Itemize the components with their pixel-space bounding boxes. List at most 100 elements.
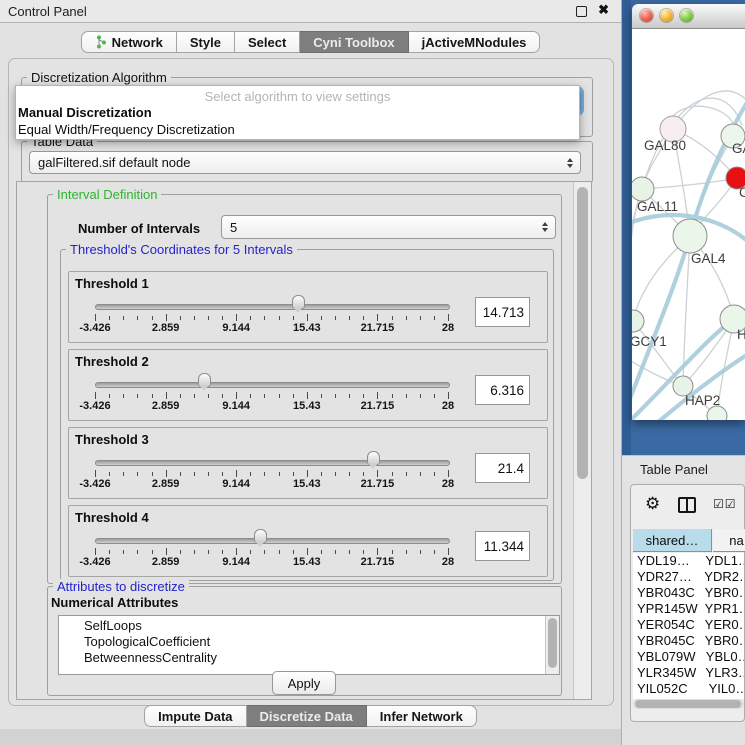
attribute-item-topologicalcoefficient[interactable]: TopologicalCoefficient (59, 634, 559, 650)
mac-close-button[interactable] (640, 9, 653, 22)
tab-impute-data[interactable]: Impute Data (144, 705, 246, 727)
tick-mark (95, 548, 96, 555)
tab-network[interactable]: Network (81, 31, 177, 53)
network-node[interactable] (707, 406, 727, 420)
tick-label: 28 (442, 478, 454, 490)
slider-handle[interactable] (254, 529, 267, 543)
tab-jactivemnodules[interactable]: jActiveMNodules (409, 31, 541, 53)
tick-mark (166, 470, 167, 477)
tick-mark (392, 394, 393, 398)
tick-mark (377, 314, 378, 321)
threshold-value-field[interactable]: 21.4 (475, 453, 530, 483)
tick-mark (152, 394, 153, 398)
table-row[interactable]: YER054CYER0… (633, 617, 744, 633)
tick-mark (264, 316, 265, 320)
tick-mark (236, 470, 237, 477)
table-data-select[interactable]: galFiltered.sif default node (29, 151, 581, 174)
table-row[interactable]: YBR045CYBR0… (633, 633, 744, 649)
main-scrollbar-thumb[interactable] (577, 187, 588, 479)
split-view-icon[interactable] (678, 497, 696, 513)
table-row[interactable]: YBR043CYBR0… (633, 585, 744, 601)
tick-mark (166, 392, 167, 399)
tick-label: 21.715 (361, 400, 395, 412)
table-hscrollbar[interactable] (633, 699, 744, 709)
tick-mark (420, 394, 421, 398)
tab-style[interactable]: Style (177, 31, 235, 53)
attribute-item-selfloops[interactable]: SelfLoops (59, 618, 559, 634)
column-header-name[interactable]: na… (713, 529, 745, 552)
network-node-gcy1[interactable] (632, 310, 644, 332)
attribute-item-betweennesscentrality[interactable]: BetweennessCentrality (59, 650, 559, 666)
threshold-value-field[interactable]: 11.344 (475, 531, 530, 561)
mac-zoom-button[interactable] (680, 9, 693, 22)
tick-mark (208, 316, 209, 320)
table-row[interactable]: YDL19…YDL1… (633, 553, 744, 569)
dropdown-option-manual-discretization[interactable]: Manual Discretization (16, 104, 579, 121)
list-scrollbar-thumb[interactable] (548, 618, 557, 668)
slider-track[interactable] (95, 382, 450, 388)
tick-label: 15.43 (293, 322, 321, 334)
tick-mark (406, 472, 407, 476)
tick-mark (307, 470, 308, 477)
number-of-intervals-select[interactable]: 5 (221, 215, 556, 239)
threshold-panel-4: Threshold 4-3.4262.8599.14415.4321.71528… (68, 505, 548, 577)
slider-track[interactable] (95, 538, 450, 544)
table-row[interactable]: YBL079WYBL0… (633, 649, 744, 665)
tick-mark (448, 314, 449, 321)
apply-button[interactable]: Apply (272, 671, 336, 695)
tick-mark (448, 548, 449, 555)
main-scrollbar[interactable] (573, 182, 592, 699)
network-node-gal4[interactable] (673, 219, 707, 253)
discretization-algorithm-label: Discretization Algorithm (27, 70, 171, 85)
slider-handle[interactable] (292, 295, 305, 309)
threshold-label: Threshold 3 (75, 432, 149, 447)
dropdown-option-equal-width-frequency[interactable]: Equal Width/Frequency Discretization (16, 121, 579, 138)
tab-cyni-toolbox[interactable]: Cyni Toolbox (300, 31, 408, 53)
table-row[interactable]: YPR145WYPR1… (633, 601, 744, 617)
tick-mark (95, 314, 96, 321)
slider-handle[interactable] (198, 373, 211, 387)
tick-mark (222, 472, 223, 476)
node-label: C (739, 185, 745, 200)
checkbox-icons[interactable]: ☑☑ (713, 497, 737, 511)
tick-mark (406, 550, 407, 554)
network-node-gal11[interactable] (632, 177, 654, 201)
list-scrollbar[interactable] (545, 616, 559, 674)
tick-mark (264, 394, 265, 398)
threshold-value-field[interactable]: 6.316 (475, 375, 530, 405)
slider-handle[interactable] (367, 451, 380, 465)
tick-mark (180, 472, 181, 476)
slider-track[interactable] (95, 460, 450, 466)
table-hscrollbar-thumb[interactable] (635, 700, 741, 708)
tick-mark (392, 472, 393, 476)
slider-track[interactable] (95, 304, 450, 310)
network-canvas[interactable]: GAL80GACGAL11GAL4GCY1HHAP2 (632, 29, 745, 420)
tab-select[interactable]: Select (235, 31, 300, 53)
table-row[interactable]: YIL052CYIL0… (633, 681, 744, 697)
tab-infer-network[interactable]: Infer Network (367, 705, 477, 727)
tab-discretize-data[interactable]: Discretize Data (247, 705, 367, 727)
tick-label: 15.43 (293, 478, 321, 490)
tick-mark (377, 392, 378, 399)
threshold-value-field[interactable]: 14.713 (475, 297, 530, 327)
table-data-value: galFiltered.sif default node (38, 155, 190, 170)
mac-minimize-button[interactable] (660, 9, 673, 22)
network-window-titlebar[interactable] (632, 4, 745, 29)
tick-mark (264, 550, 265, 554)
tick-mark (236, 548, 237, 555)
threshold-label: Threshold 1 (75, 276, 149, 291)
table-panel-container: ⚙ ☑☑ shared… na… YDL19…YDL1…YDR27…YDR2…Y… (630, 484, 745, 722)
threshold-panel-2: Threshold 2-3.4262.8599.14415.4321.71528… (68, 349, 548, 421)
float-panel-icon[interactable] (576, 6, 587, 17)
tick-mark (123, 472, 124, 476)
bottom-tab-bar: Impute DataDiscretize DataInfer Network (0, 705, 621, 727)
close-icon[interactable]: ✖ (598, 2, 609, 18)
table-row[interactable]: YLR345WYLR3… (633, 665, 744, 681)
column-header-shared[interactable]: shared… (633, 529, 712, 552)
tick-mark (208, 550, 209, 554)
panel-title: Control Panel (8, 4, 87, 19)
gear-icon[interactable]: ⚙ (645, 494, 660, 514)
table-row[interactable]: YDR27…YDR2… (633, 569, 744, 585)
tick-mark (293, 550, 294, 554)
apply-button-label: Apply (288, 676, 321, 691)
